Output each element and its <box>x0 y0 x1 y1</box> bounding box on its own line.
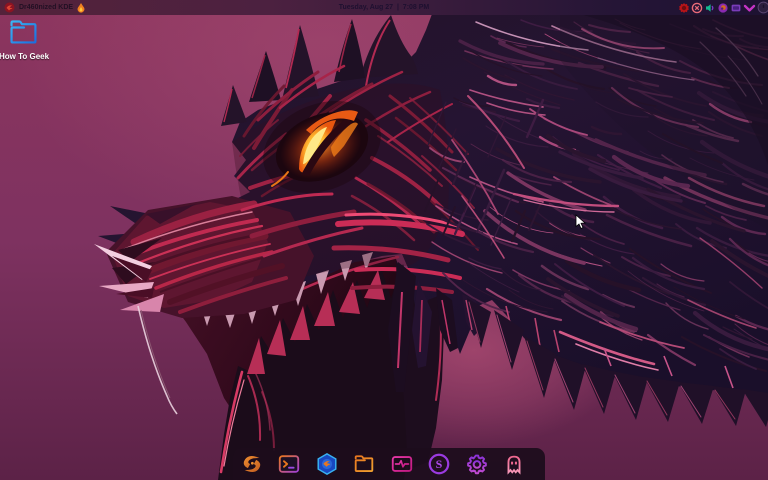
svg-text:S: S <box>436 457 443 471</box>
